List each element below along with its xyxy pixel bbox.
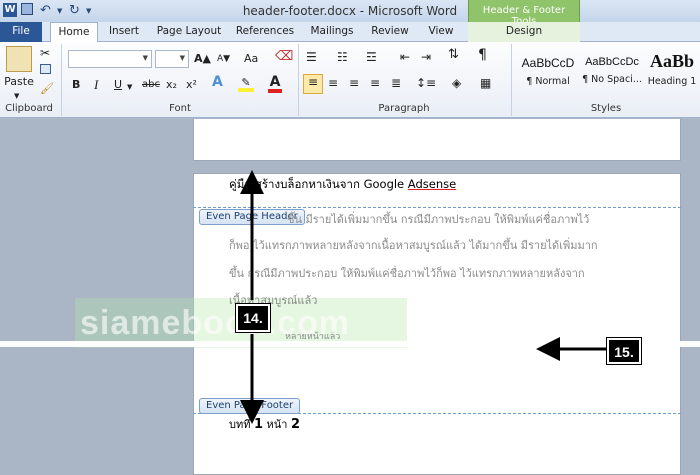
bullets-icon[interactable]: ☰ (306, 50, 317, 64)
tab-references[interactable]: References (234, 22, 296, 42)
change-case-button[interactable]: Aa (244, 52, 258, 66)
paste-button[interactable]: Paste (2, 75, 36, 89)
chevron-down-icon: ▼ (142, 54, 148, 62)
body-line: ก็พอ ไว้แทรกภาพหลายหลังจากเนื้อหาสมบูรณ์… (229, 239, 598, 252)
window-title: header-footer.docx - Microsoft Word (242, 4, 458, 18)
tab-mailings[interactable]: Mailings (306, 22, 358, 42)
align-right-icon[interactable]: ≡ (349, 76, 359, 90)
tab-review[interactable]: Review (366, 22, 414, 42)
style-name: ¶ No Spaci... (582, 74, 642, 85)
justify-icon[interactable]: ≡ (370, 76, 380, 90)
font-size-combo[interactable]: ▼ (155, 50, 189, 68)
group-label-clipboard: Clipboard (5, 103, 53, 114)
bold-button[interactable]: B (72, 78, 80, 92)
style-name: Heading 1 (647, 76, 697, 87)
style-no-spacing[interactable]: AaBbCcDc ¶ No Spaci... (580, 48, 644, 100)
tab-insert[interactable]: Insert (104, 22, 144, 42)
annotation-label-15: 15. (606, 337, 642, 365)
body-line: ขึ้น กรณีมีภาพประกอบ ให้พิมพ์แค่ชื่อภาพไ… (229, 267, 585, 280)
multilevel-list-icon[interactable]: ☲ (366, 50, 377, 64)
footer-prefix: บทที่ (229, 418, 254, 431)
ribbon-home: Paste ▼ ✂ 🖌 Clipboard ▼ ▼ A▲ A▼ Aa ⌫ B I… (0, 42, 700, 118)
copy-icon[interactable] (40, 64, 51, 74)
shading-icon[interactable]: ◈ (452, 76, 461, 90)
ribbon-tabs: File Home Insert Page Layout References … (0, 22, 700, 43)
strikethrough-button[interactable]: abc (142, 78, 160, 92)
header-footer-tools-label: Header & Footer Tools (468, 0, 580, 27)
shrink-font-button[interactable]: A▼ (217, 52, 230, 66)
style-sample: AaBbCcDc (585, 56, 639, 68)
page-1-bottom[interactable] (193, 119, 681, 161)
footer-chapter: 1 (253, 417, 264, 432)
decrease-indent-icon[interactable]: ⇤ (400, 50, 410, 64)
align-left-icon[interactable]: ≡ (303, 74, 323, 94)
header-text-prefix: คู่มือ สร้างบล็อกหาเงินจาก Google (229, 177, 408, 191)
tab-view[interactable]: View (422, 22, 460, 42)
increase-indent-icon[interactable]: ⇥ (421, 50, 431, 64)
style-heading-1[interactable]: AaBb Heading 1 (644, 48, 700, 100)
cut-icon[interactable]: ✂ (40, 46, 50, 60)
font-name-combo[interactable]: ▼ (68, 50, 152, 68)
distributed-icon[interactable]: ≣ (391, 76, 401, 90)
style-sample: AaBb (649, 51, 694, 71)
align-center-icon[interactable]: ≡ (328, 76, 338, 90)
line-spacing-icon[interactable]: ↕≡ (416, 76, 436, 90)
tab-home[interactable]: Home (50, 22, 98, 43)
watermark: siamebook.com (80, 304, 350, 342)
superscript-button[interactable]: x² (186, 78, 197, 92)
footer-page: 2 (290, 417, 301, 432)
underline-dropdown-icon[interactable]: ▼ (127, 80, 132, 94)
grow-font-button[interactable]: A▲ (194, 52, 211, 66)
numbering-icon[interactable]: ☷ (337, 50, 348, 64)
group-label-font: Font (169, 103, 191, 114)
body-line: ชิ้น มีรายได้เพิ่มมากขึ้น กรณีมีภาพประกอ… (287, 213, 590, 226)
footer-mid: หน้า (263, 418, 291, 431)
group-label-paragraph: Paragraph (378, 103, 430, 114)
tab-design[interactable]: Design (468, 22, 580, 42)
font-color-button[interactable]: A (268, 75, 282, 93)
tab-file[interactable]: File (0, 22, 42, 42)
text-effects-button[interactable]: A (212, 75, 223, 89)
chevron-down-icon: ▼ (179, 54, 185, 62)
header-text[interactable]: คู่มือ สร้างบล็อกหาเงินจาก Google Adsens… (229, 176, 456, 194)
style-normal[interactable]: AaBbCcD ¶ Normal (516, 48, 580, 100)
subscript-button[interactable]: x₂ (166, 78, 177, 92)
footer-text[interactable]: บทที่ 1 หน้า 2 (229, 415, 300, 433)
style-sample: AaBbCcD (521, 56, 575, 70)
group-label-styles: Styles (590, 103, 622, 114)
clear-formatting-icon[interactable]: ⌫ (275, 50, 293, 64)
annotation-label-14: 14. (235, 303, 271, 333)
paste-icon[interactable] (6, 46, 32, 72)
underline-button[interactable]: U (114, 78, 122, 92)
italic-button[interactable]: I (94, 78, 98, 92)
page-gap-highlight (0, 341, 700, 347)
sort-icon[interactable]: ⇅ (448, 48, 459, 62)
tab-page-layout[interactable]: Page Layout (154, 22, 224, 42)
highlight-icon[interactable]: ✎ (238, 76, 254, 92)
show-formatting-button[interactable]: ¶ (478, 48, 487, 62)
paste-dropdown-icon[interactable]: ▼ (14, 89, 19, 103)
header-text-link: Adsense (407, 177, 457, 191)
header-boundary (193, 207, 681, 208)
style-name: ¶ Normal (526, 76, 570, 87)
format-painter-icon[interactable]: 🖌 (40, 82, 54, 96)
title-bar: W ↶ ▼ ↻ ▼ header-footer.docx - Microsoft… (0, 0, 700, 27)
borders-icon[interactable]: ▦ (480, 76, 491, 90)
even-page-footer-tag: Even Page Footer (199, 398, 301, 414)
